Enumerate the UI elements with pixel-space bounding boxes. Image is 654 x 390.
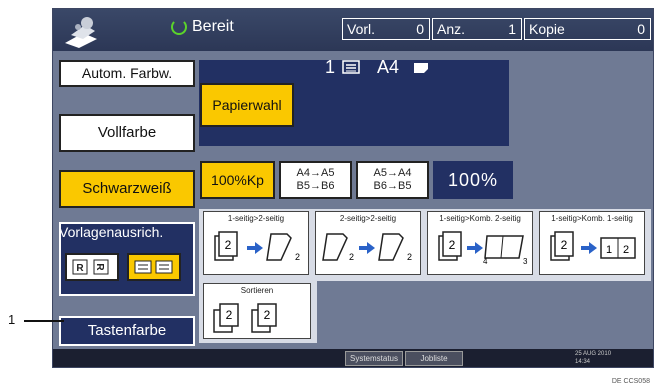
reduce-button[interactable]: A4→A5 B5→B6 bbox=[279, 161, 352, 199]
key-color-button[interactable]: Tastenfarbe bbox=[59, 316, 195, 346]
enlarge-line-2: B6→B5 bbox=[373, 180, 412, 192]
duplex-caption: 1-seitig>2-seitig bbox=[227, 214, 285, 223]
black-white-button[interactable]: Schwarzweiß bbox=[59, 170, 195, 208]
enlarge-line-1: A5→A4 bbox=[373, 167, 412, 179]
svg-text:2: 2 bbox=[407, 252, 412, 262]
date-text: 25 AUG 2010 bbox=[575, 351, 612, 357]
duplex-combine-1-button[interactable]: 1-seitig>Komb. 1-seitig 2 1 2 bbox=[539, 211, 645, 275]
svg-text:R: R bbox=[94, 263, 105, 271]
tray-icon bbox=[342, 60, 360, 74]
enlarge-button[interactable]: A5→A4 B6→B5 bbox=[356, 161, 429, 199]
system-status-button[interactable]: Systemstatus bbox=[345, 351, 403, 366]
full-color-button[interactable]: Vollfarbe bbox=[59, 114, 195, 152]
status-text: Bereit bbox=[192, 18, 234, 35]
sort-icon: 2 2 bbox=[213, 303, 277, 333]
duplex-caption: 1-seitig>Komb. 2-seitig bbox=[439, 214, 521, 223]
sort-button[interactable]: Sortieren 2 2 bbox=[203, 283, 311, 339]
duplex-caption: 2-seitig>2-seitig bbox=[339, 214, 397, 223]
copier-logo-icon bbox=[65, 17, 97, 48]
orientation-portrait-button[interactable]: R R bbox=[65, 253, 119, 281]
duplex-caption: 1-seitig>Komb. 1-seitig bbox=[551, 214, 633, 223]
full-size-button[interactable]: 100%Kp bbox=[200, 161, 275, 199]
ready-circle-icon bbox=[171, 19, 187, 35]
reduce-line-2: B5→B6 bbox=[296, 180, 335, 192]
svg-text:2: 2 bbox=[226, 308, 233, 322]
callout-number: 1 bbox=[8, 312, 16, 327]
svg-text:1: 1 bbox=[606, 244, 612, 256]
paper-select-button[interactable]: Papierwahl bbox=[200, 83, 294, 127]
svg-text:2: 2 bbox=[295, 252, 300, 262]
orientation-label: Vorlagenausrich. bbox=[59, 224, 164, 240]
callout-line bbox=[24, 320, 64, 322]
duplex-2to2-button[interactable]: 2-seitig>2-seitig 2 2 bbox=[315, 211, 421, 275]
svg-text:3: 3 bbox=[523, 257, 528, 266]
duplex-combine-1-icon: 2 1 2 bbox=[550, 231, 636, 261]
portrait-orientation-icon: R R bbox=[72, 259, 109, 275]
duplex-combine-2-button[interactable]: 1-seitig>Komb. 2-seitig 2 3 4 bbox=[427, 211, 533, 275]
counter-originals-value: 0 bbox=[416, 21, 424, 37]
reduce-line-1: A4→A5 bbox=[296, 167, 335, 179]
job-list-button[interactable]: Jobliste bbox=[405, 351, 463, 366]
landscape-orientation-icon bbox=[134, 260, 173, 274]
duplex-2to2-icon: 2 2 bbox=[322, 233, 412, 262]
svg-text:2: 2 bbox=[264, 308, 271, 322]
counter-copies-label: Kopie bbox=[529, 21, 565, 37]
counter-copies-value: 0 bbox=[637, 21, 645, 37]
svg-text:4: 4 bbox=[483, 257, 488, 266]
duplex-1to2-icon: 2 2 bbox=[214, 231, 300, 262]
paper-orientation-icon bbox=[414, 63, 429, 73]
sort-caption: Sortieren bbox=[240, 286, 274, 295]
duplex-1to2-button[interactable]: 1-seitig>2-seitig 2 2 bbox=[203, 211, 309, 275]
paper-info: 1 A4 bbox=[325, 57, 429, 78]
svg-text:2: 2 bbox=[449, 238, 456, 252]
zoom-display: 100% bbox=[433, 161, 513, 199]
paper-size: A4 bbox=[377, 57, 400, 77]
svg-text:2: 2 bbox=[349, 252, 354, 262]
svg-text:2: 2 bbox=[225, 238, 232, 252]
status-bar: Bereit Vorl. 0 Anz. 1 Kopie 0 bbox=[53, 9, 653, 51]
svg-text:R: R bbox=[76, 263, 84, 274]
svg-text:2: 2 bbox=[561, 238, 568, 252]
orientation-landscape-button[interactable] bbox=[127, 253, 181, 281]
svg-text:2: 2 bbox=[623, 244, 629, 256]
paper-tray-number: 1 bbox=[325, 57, 336, 77]
counter-quantity-label: Anz. bbox=[437, 21, 466, 37]
counter-copies: Kopie 0 bbox=[524, 18, 651, 40]
copier-panel: Bereit Vorl. 0 Anz. 1 Kopie 0 Autom. Far… bbox=[52, 8, 654, 368]
date-time-display: 25 AUG 2010 14:34 bbox=[575, 350, 611, 366]
figure-code: DE CCS058 bbox=[611, 378, 650, 385]
counter-originals-label: Vorl. bbox=[347, 21, 376, 37]
counter-originals: Vorl. 0 bbox=[342, 18, 430, 40]
auto-color-button[interactable]: Autom. Farbw. bbox=[59, 60, 195, 87]
duplex-combine-2-icon: 2 3 4 bbox=[438, 231, 528, 266]
counter-quantity-value: 1 bbox=[508, 21, 516, 37]
counter-quantity: Anz. 1 bbox=[432, 18, 522, 40]
time-text: 14:34 bbox=[575, 359, 591, 365]
